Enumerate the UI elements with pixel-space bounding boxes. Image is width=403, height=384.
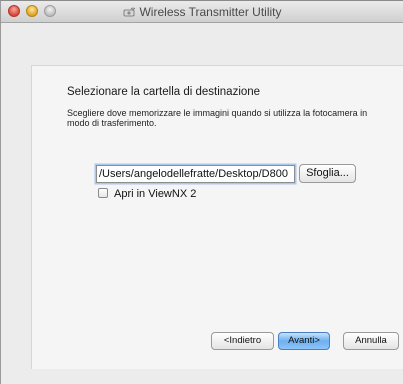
cancel-button[interactable]: Annulla: [343, 332, 399, 350]
wizard-panel: Selezionare la cartella di destinazione …: [31, 65, 403, 369]
next-button[interactable]: Avanti>: [278, 332, 330, 350]
page-description: Scegliere dove memorizzare le immagini q…: [67, 108, 368, 128]
open-viewnx-checkbox[interactable]: [98, 188, 108, 198]
window-title: Wireless Transmitter Utility: [139, 5, 282, 19]
open-viewnx-option[interactable]: Apri in ViewNX 2: [98, 188, 196, 202]
browse-button[interactable]: Sfoglia...: [299, 164, 356, 183]
back-button[interactable]: <Indietro: [211, 332, 274, 350]
page-heading: Selezionare la cartella di destinazione: [67, 86, 261, 98]
application-window: Wireless Transmitter Utility Selezionare…: [0, 0, 403, 384]
wireless-transmitter-icon: [124, 7, 136, 17]
window-title-container: Wireless Transmitter Utility: [1, 5, 403, 19]
title-bar[interactable]: Wireless Transmitter Utility: [1, 1, 403, 23]
open-viewnx-label[interactable]: Apri in ViewNX 2: [114, 188, 196, 200]
destination-path-input[interactable]: /Users/angelodellefratte/Desktop/D800: [96, 165, 295, 183]
